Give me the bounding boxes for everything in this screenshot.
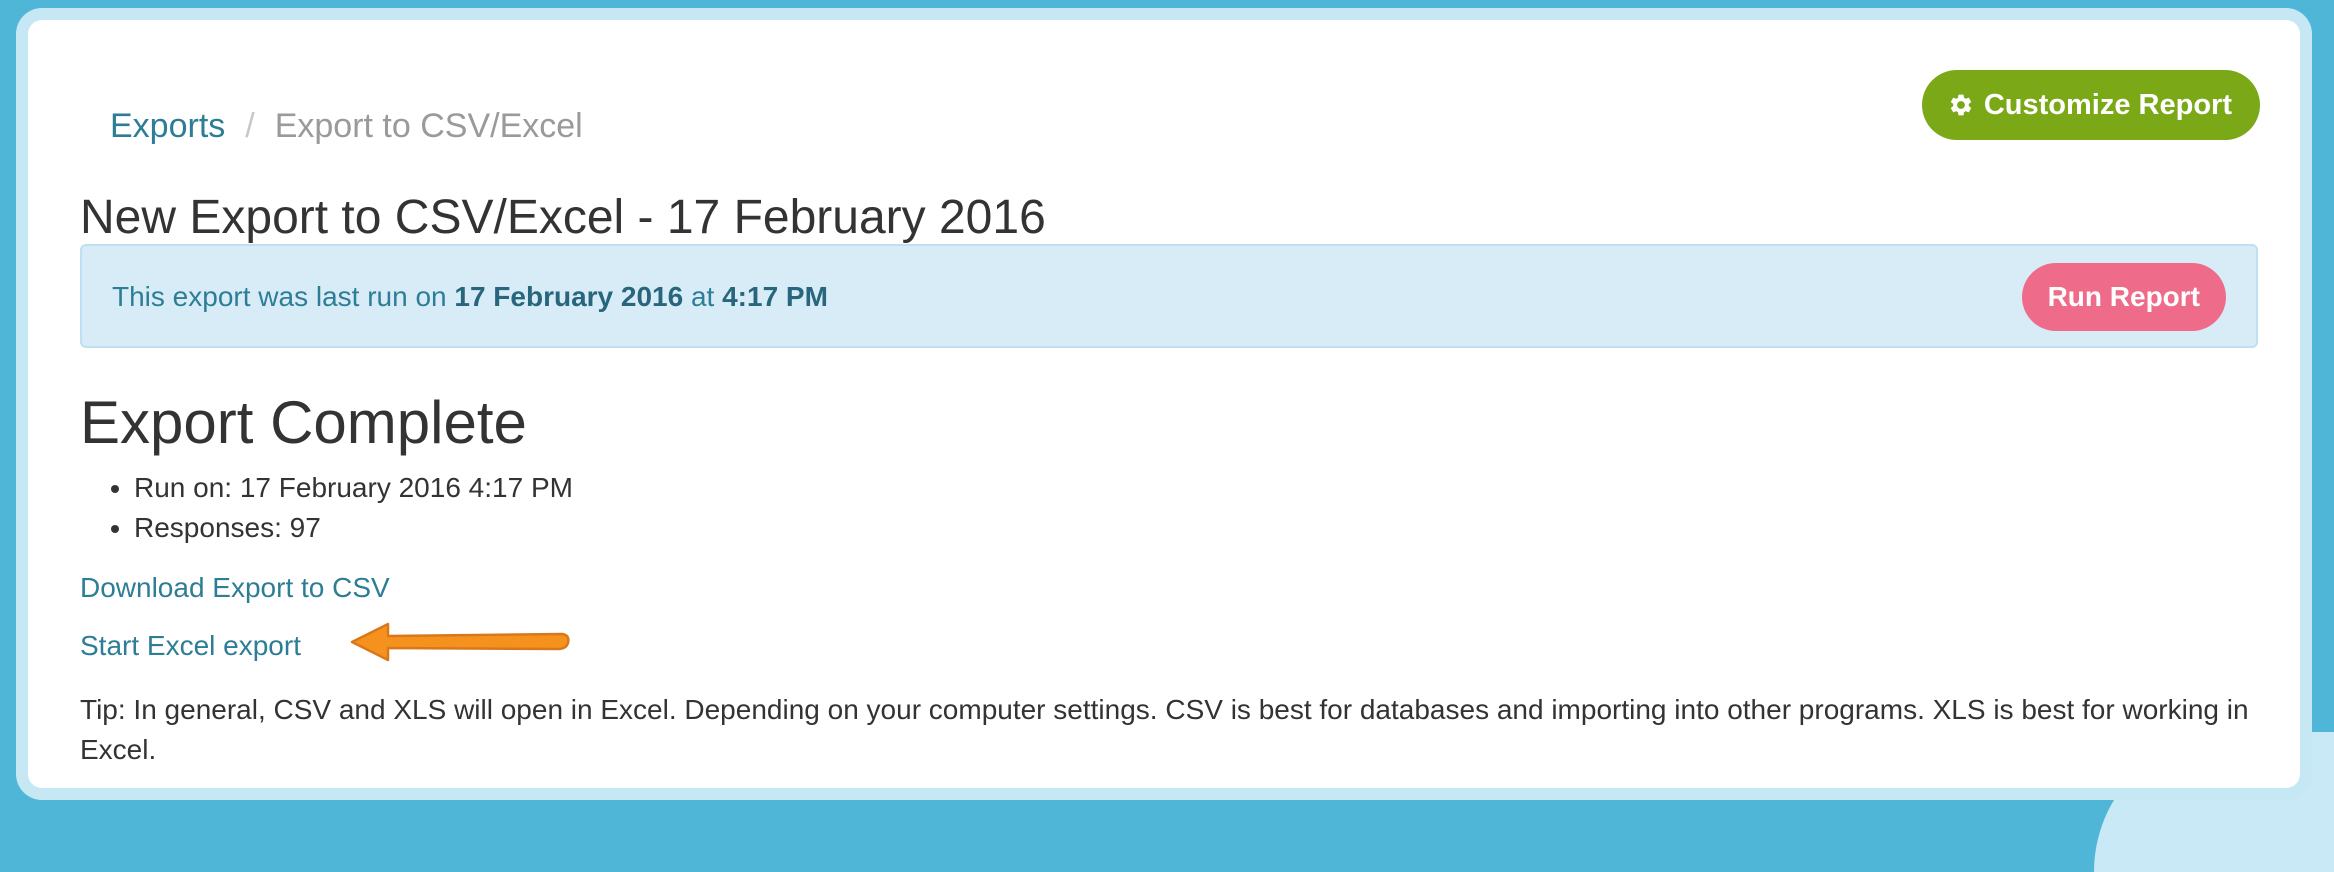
run-on-value: 17 February 2016 4:17 PM [239, 472, 573, 503]
run-report-button[interactable]: Run Report [2021, 263, 2226, 331]
start-excel-export-link[interactable]: Start Excel export [80, 628, 301, 664]
last-run-at: at [690, 281, 715, 312]
list-item-responses: Responses: 97 [134, 508, 573, 548]
gear-icon [1948, 92, 1974, 118]
list-item-run-on: Run on: 17 February 2016 4:17 PM [134, 468, 573, 508]
export-details-list: Run on: 17 February 2016 4:17 PM Respons… [80, 468, 573, 548]
report-card: Exports / Export to CSV/Excel Customize Re… [28, 20, 2300, 788]
last-run-time: 4:17 PM [722, 281, 828, 312]
export-complete-heading: Export Complete [80, 389, 527, 456]
breadcrumb-exports-link[interactable]: Exports [110, 107, 225, 145]
page-title: New Export to CSV/Excel - 17 February 20… [80, 191, 1046, 244]
breadcrumb-separator: / [245, 107, 255, 145]
breadcrumb: Exports / Export to CSV/Excel [110, 106, 583, 146]
tip-text: Tip: In general, CSV and XLS will open i… [80, 694, 2249, 765]
customize-report-button[interactable]: Customize Report [1921, 70, 2260, 140]
customize-report-label: Customize Report [1983, 88, 2232, 121]
last-run-text: This export was last run on 17 February … [112, 279, 828, 315]
last-run-prefix: This export was last run on [112, 281, 447, 312]
download-csv-link[interactable]: Download Export to CSV [80, 570, 390, 606]
annotation-arrow-icon [350, 622, 570, 662]
run-on-label: Run on: [134, 472, 233, 503]
last-run-date: 17 February 2016 [454, 281, 684, 312]
responses-label: Responses: [134, 512, 282, 543]
breadcrumb-current: Export to CSV/Excel [274, 107, 583, 145]
last-run-alert: This export was last run on 17 February … [80, 244, 2258, 348]
responses-value: 97 [289, 512, 321, 543]
